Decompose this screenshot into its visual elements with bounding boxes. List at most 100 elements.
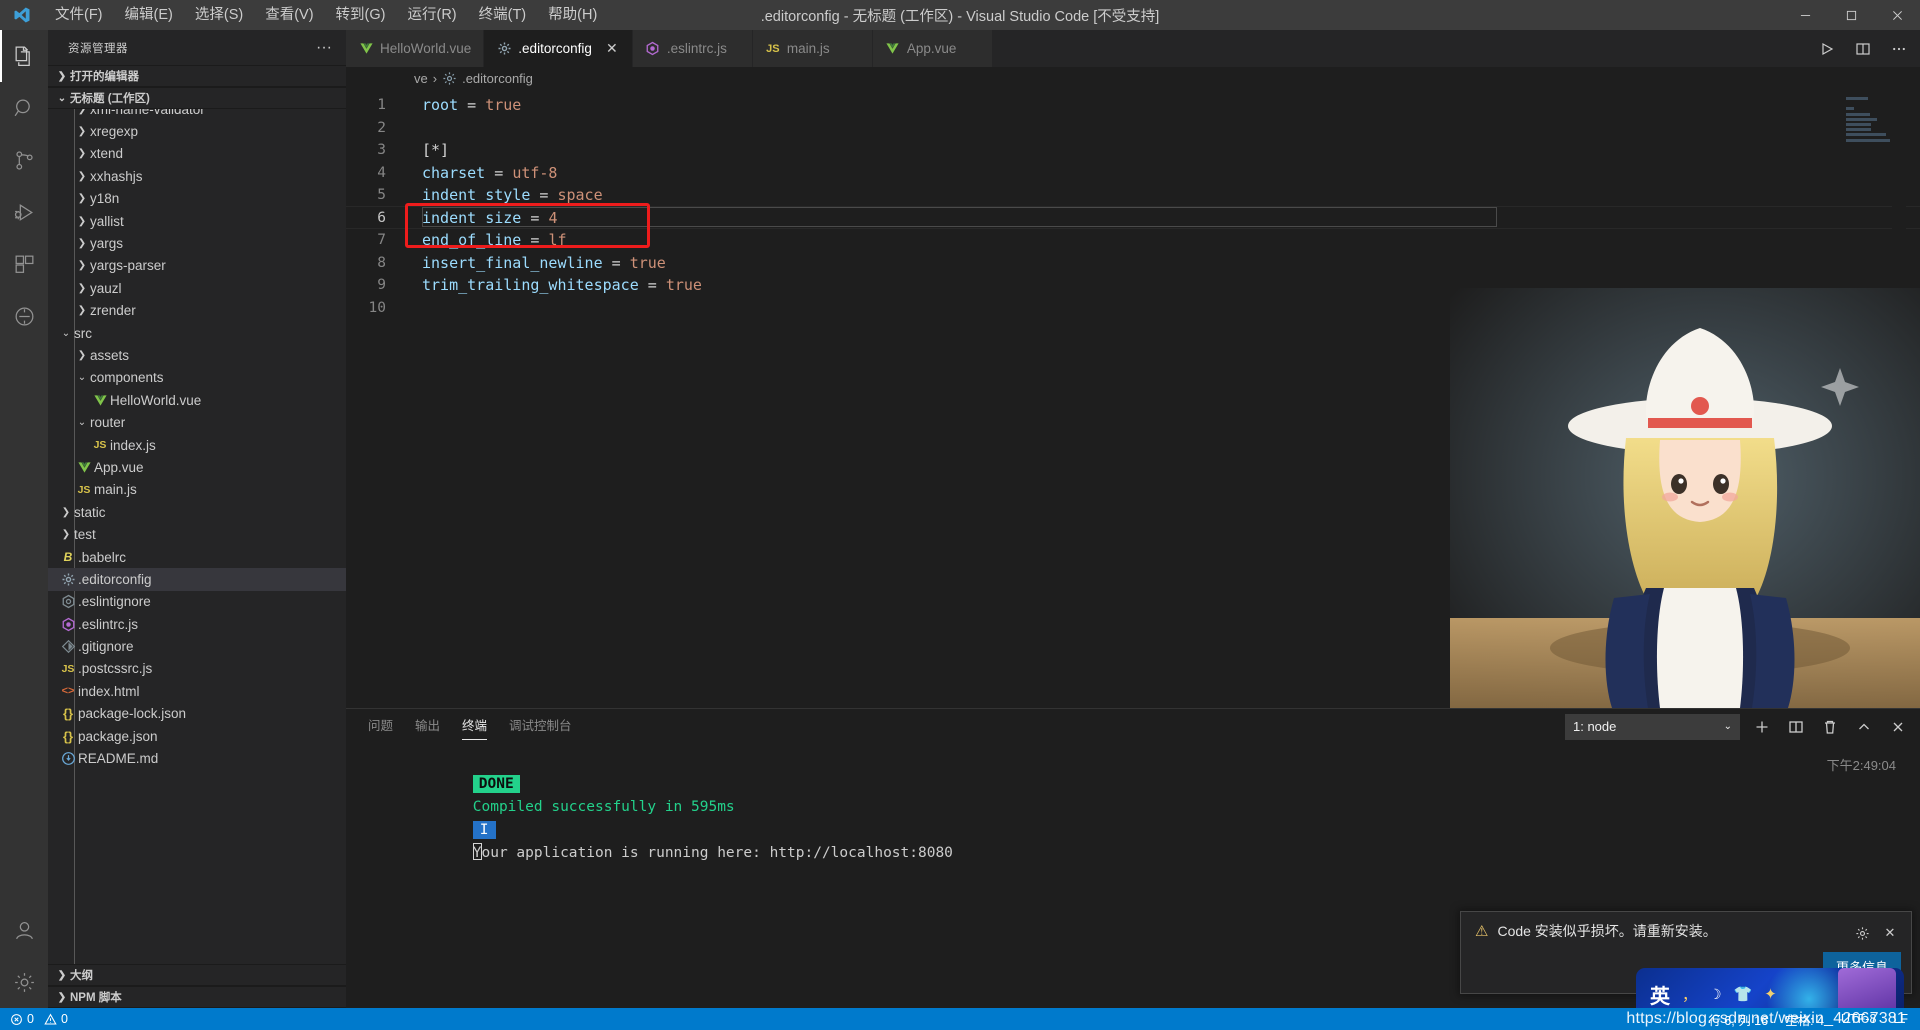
editor-tab[interactable]: .editorconfig ✕ (484, 30, 633, 67)
tree-folder-row[interactable]: ❯ assets (48, 344, 346, 366)
new-terminal-button[interactable] (1750, 715, 1774, 739)
tree-file-row[interactable]: .editorconfig (48, 568, 346, 591)
split-terminal-button[interactable] (1784, 715, 1808, 739)
tab-close-icon[interactable]: ✕ (604, 40, 620, 57)
code-line[interactable]: charset = utf-8 (408, 162, 1920, 185)
activity-accounts[interactable] (0, 904, 48, 956)
activity-source-control[interactable] (0, 134, 48, 186)
tree-file-row[interactable]: .gitignore (48, 635, 346, 657)
tree-file-row[interactable]: .eslintrc.js (48, 613, 346, 635)
editor-tab[interactable]: HelloWorld.vue (346, 30, 485, 67)
tree-file-row[interactable]: {} package-lock.json (48, 703, 346, 725)
menu-view[interactable]: 查看(V) (254, 0, 324, 30)
tab-terminal[interactable]: 终端 (462, 709, 488, 744)
maximize-panel-button[interactable] (1852, 715, 1876, 739)
tab-debug-console[interactable]: 调试控制台 (509, 709, 572, 744)
tree-file-row[interactable]: <> index.html (48, 680, 346, 702)
tree-folder-row[interactable]: ❯ test (48, 523, 346, 545)
status-warnings[interactable]: 0 (44, 1012, 68, 1026)
menu-file[interactable]: 文件(F) (44, 0, 114, 30)
chevron-down-icon[interactable]: ⌄ (74, 417, 90, 428)
tree-file-row[interactable]: JS .postcssrc.js (48, 658, 346, 680)
ime-moon-icon[interactable]: ☽ (1709, 986, 1722, 1003)
tree-folder-row[interactable]: ❯ xxhashjs (48, 165, 346, 187)
editor-scrollbar[interactable] (1892, 89, 1906, 708)
tree-file-row[interactable]: JS main.js (48, 479, 346, 501)
split-editor-icon[interactable] (1852, 38, 1874, 60)
code-line[interactable]: root = true (408, 94, 1920, 117)
code-editor[interactable]: 1 2 3 4 5 6 7 8 9 10 root = true [*] charset = utf… (346, 89, 1920, 708)
menu-go[interactable]: 转到(G) (325, 0, 397, 30)
tree-folder-row[interactable]: ❯ y18n (48, 188, 346, 210)
chevron-right-icon[interactable]: ❯ (74, 260, 90, 271)
chevron-down-icon[interactable]: ⌄ (58, 328, 74, 339)
activity-explorer[interactable] (0, 30, 48, 82)
tree-folder-row[interactable]: ❯ yargs (48, 232, 346, 254)
menu-bar[interactable]: 文件(F) 编辑(E) 选择(S) 查看(V) 转到(G) 运行(R) 终端(T… (44, 0, 608, 30)
menu-help[interactable]: 帮助(H) (537, 0, 608, 30)
close-panel-button[interactable] (1886, 715, 1910, 739)
ime-skin-icon[interactable]: 👕 (1734, 985, 1753, 1003)
activity-run-debug[interactable] (0, 186, 48, 238)
editor-tab[interactable]: App.vue (872, 30, 993, 67)
editor-tab[interactable]: .eslintrc.js (632, 30, 753, 67)
menu-run[interactable]: 运行(R) (396, 0, 467, 30)
tree-file-row[interactable]: HelloWorld.vue (48, 389, 346, 411)
tree-folder-row[interactable]: ⌄ router (48, 411, 346, 433)
minimize-button[interactable] (1782, 0, 1828, 30)
close-button[interactable] (1874, 0, 1920, 30)
terminal-select[interactable]: 1: node ⌄ (1565, 713, 1740, 740)
ime-punctuation-icon[interactable]: ， (1682, 984, 1697, 1005)
ime-language-indicator[interactable]: 英 (1650, 980, 1670, 1009)
chevron-right-icon[interactable]: ❯ (74, 305, 90, 316)
tree-folder-row[interactable]: ❯ yallist (48, 210, 346, 232)
sidebar-section-open-editors[interactable]: ❯ 打开的编辑器 (48, 65, 346, 87)
tree-folder-row[interactable]: ❯ yargs-parser (48, 255, 346, 277)
tree-folder-row[interactable]: ❯ xregexp (48, 120, 346, 142)
status-errors[interactable]: 0 (10, 1012, 34, 1026)
activity-extensions[interactable] (0, 238, 48, 290)
kill-terminal-button[interactable] (1818, 715, 1842, 739)
code-line[interactable]: indent_style = space (408, 184, 1920, 207)
code-line[interactable]: end_of_line = lf (408, 229, 1920, 252)
activity-remote[interactable] (0, 290, 48, 342)
chevron-right-icon[interactable]: ❯ (58, 507, 74, 518)
breadcrumb[interactable]: ve › .editorconfig (346, 67, 1920, 89)
code-line[interactable]: trim_trailing_whitespace = true (408, 274, 1920, 297)
gear-icon[interactable] (1851, 923, 1873, 943)
tree-file-row[interactable]: .eslintignore (48, 591, 346, 613)
menu-terminal[interactable]: 终端(T) (468, 0, 538, 30)
code-line[interactable] (408, 297, 1920, 320)
run-icon[interactable] (1816, 38, 1838, 60)
breadcrumb-folder[interactable]: ve (414, 71, 428, 86)
tree-folder-row[interactable]: ❯ zrender (48, 300, 346, 322)
chevron-right-icon[interactable]: ❯ (74, 171, 90, 182)
sidebar-more-actions-icon[interactable]: ··· (310, 39, 338, 55)
sidebar-section-npm-scripts[interactable]: ❯ NPM 脚本 (48, 986, 346, 1008)
code-content[interactable]: root = true [*] charset = utf-8 indent_sty… (408, 89, 1920, 708)
tree-folder-row[interactable]: ⌄ components (48, 367, 346, 389)
chevron-right-icon[interactable]: ❯ (74, 216, 90, 227)
chevron-right-icon[interactable]: ❯ (74, 126, 90, 137)
chevron-right-icon[interactable]: ❯ (74, 350, 90, 361)
tab-problems[interactable]: 问题 (368, 709, 393, 744)
chevron-right-icon[interactable]: ❯ (74, 109, 90, 115)
tab-output[interactable]: 输出 (415, 709, 440, 744)
minimap[interactable] (1814, 89, 1906, 708)
maximize-button[interactable] (1828, 0, 1874, 30)
chevron-right-icon[interactable]: ❯ (74, 238, 90, 249)
chevron-right-icon[interactable]: ❯ (74, 283, 90, 294)
tree-folder-row[interactable]: ❯ static (48, 501, 346, 523)
editor-tab[interactable]: JS main.js (752, 30, 873, 67)
file-tree[interactable]: ❯ xml-name-validator ❯ xregexp ❯ xtend ❯ xxhash… (48, 109, 346, 964)
sidebar-section-workspace[interactable]: ⌄ 无标题 (工作区) (48, 87, 346, 109)
more-actions-icon[interactable] (1888, 38, 1910, 60)
tree-file-row[interactable]: JS index.js (48, 434, 346, 456)
code-line[interactable] (408, 117, 1920, 140)
tree-folder-row[interactable]: ❯ yauzl (48, 277, 346, 299)
activity-settings[interactable] (0, 956, 48, 1008)
chevron-right-icon[interactable]: ❯ (74, 193, 90, 204)
tree-folder-row[interactable]: ❯ xtend (48, 143, 346, 165)
chevron-right-icon[interactable]: ❯ (74, 148, 90, 159)
code-line[interactable]: insert_final_newline = true (408, 252, 1920, 275)
